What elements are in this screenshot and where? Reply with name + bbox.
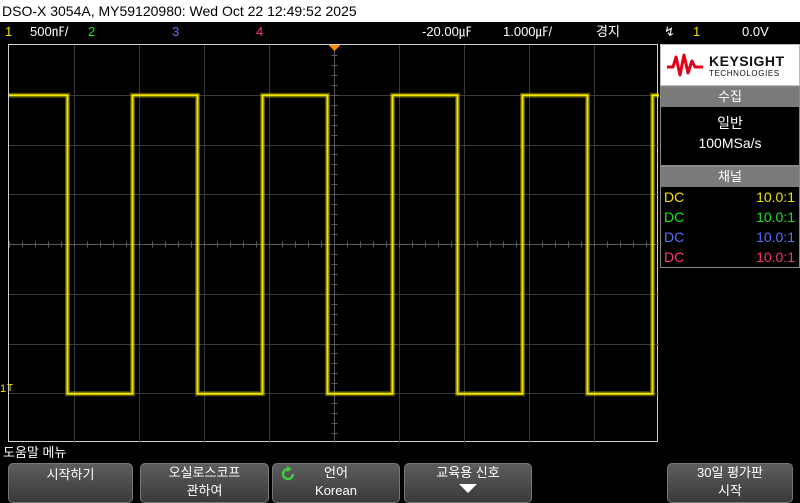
window-title: DSO-X 3054A, MY59120980: Wed Oct 22 12:4… xyxy=(0,0,800,22)
softkey-about-oscilloscope[interactable]: 오실로스코프 관하여 xyxy=(140,463,269,503)
softkey-sublabel: 관하여 xyxy=(186,483,223,498)
trigger-source[interactable]: 1 xyxy=(693,22,700,42)
softkey-training-signals[interactable]: 교육용 신호 xyxy=(404,463,532,503)
softkey-label: 오실로스코프 xyxy=(168,465,241,480)
acquisition-panel[interactable]: 수집 일반 100MSa/s xyxy=(660,86,800,166)
menu-title: 도움말 메뉴 xyxy=(3,445,67,460)
probe-ratio: 10.0:1 xyxy=(756,249,795,265)
status-bar: 1 500㎋/ 2 3 4 -20.00㎌ 1.000㎌/ 경지 ↯ 1 0.0… xyxy=(0,22,800,42)
time-position[interactable]: -20.00㎌ xyxy=(422,22,472,42)
channel-row: DC 10.0:1 xyxy=(661,207,799,227)
submenu-arrow-icon xyxy=(459,484,477,493)
softkey-start-trial[interactable]: 30일 평가판 시작 xyxy=(667,463,793,503)
time-scale[interactable]: 1.000㎌/ xyxy=(503,22,552,42)
channels-header: 채널 xyxy=(661,167,799,187)
probe-ratio: 10.0:1 xyxy=(756,229,795,245)
trigger-position-marker[interactable] xyxy=(328,45,341,51)
channel-row: DC 10.0:1 xyxy=(661,227,799,247)
ch1-number[interactable]: 1 xyxy=(5,22,12,42)
softkey-getting-started[interactable]: 시작하기 xyxy=(8,463,133,503)
coupling: DC xyxy=(664,189,685,205)
trigger-level-marker: T xyxy=(7,383,14,394)
ch4-number[interactable]: 4 xyxy=(256,22,263,42)
probe-ratio: 10.0:1 xyxy=(756,189,795,205)
trigger-level[interactable]: 0.0V xyxy=(742,22,769,42)
acquisition-mode: 일반 xyxy=(717,115,743,131)
ch2-number[interactable]: 2 xyxy=(88,22,95,42)
softkey-sublabel: Korean xyxy=(315,483,357,498)
side-panel: KEYSIGHT TECHNOLOGIES 수집 일반 100MSa/s 채널 … xyxy=(660,44,800,444)
trigger-icon: ↯ xyxy=(664,24,675,39)
channel-row: DC 10.0:1 xyxy=(661,247,799,267)
keysight-wave-icon xyxy=(667,53,703,77)
acquisition-mode-status: 경지 xyxy=(596,24,620,39)
coupling: DC xyxy=(664,209,685,225)
sample-rate: 100MSa/s xyxy=(698,135,762,151)
softkey-sublabel: 시작 xyxy=(718,483,742,498)
graticule xyxy=(9,45,659,443)
channel-row: DC 10.0:1 xyxy=(661,187,799,207)
softkey-label: 시작하기 xyxy=(46,467,95,482)
rotate-knob-icon xyxy=(281,466,295,481)
keysight-logo: KEYSIGHT TECHNOLOGIES xyxy=(660,44,800,86)
ch1-ground-marker[interactable]: 1 xyxy=(0,384,6,395)
ch1-scale[interactable]: 500㎋/ xyxy=(30,22,68,42)
coupling: DC xyxy=(664,249,685,265)
probe-ratio: 10.0:1 xyxy=(756,209,795,225)
softkey-language[interactable]: 언어 Korean xyxy=(272,463,400,503)
waveform-display[interactable] xyxy=(8,44,659,443)
channels-panel[interactable]: 채널 DC 10.0:1 DC 10.0:1 DC 10.0:1 DC 10.0… xyxy=(660,166,800,268)
softkey-label: 30일 평가판 xyxy=(697,465,763,480)
coupling: DC xyxy=(664,229,685,245)
brand-subtitle: TECHNOLOGIES xyxy=(709,69,780,78)
brand-name: KEYSIGHT xyxy=(709,53,785,69)
softkey-label: 교육용 신호 xyxy=(436,465,500,480)
ch3-number[interactable]: 3 xyxy=(172,22,179,42)
acquisition-header: 수집 xyxy=(661,87,799,107)
